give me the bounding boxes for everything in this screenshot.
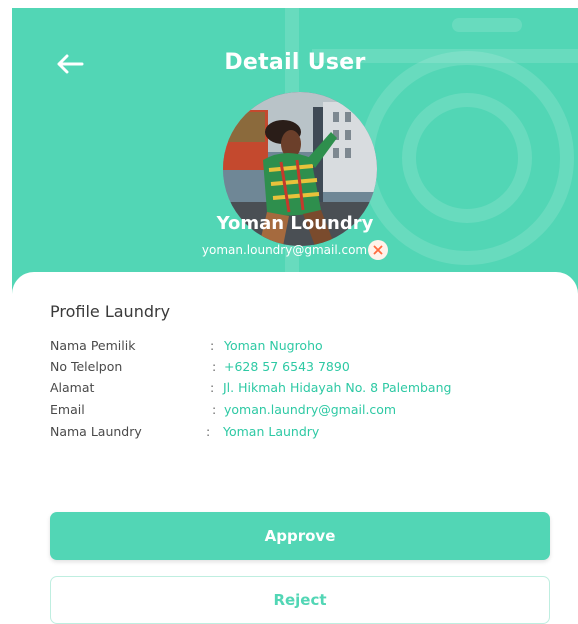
info-value: +628 57 6543 7890 [224,359,350,374]
info-colon: : [210,338,215,353]
info-label: Nama Laundry [50,424,142,439]
clear-button[interactable] [368,240,389,260]
header: Detail User Yoman Loundry yoman.loundry@… [12,8,578,308]
user-email: yoman.loundry@gmail.com [201,243,368,257]
info-value: yoman.laundry@gmail.com [224,402,397,417]
info-label: No Telelpon [50,359,123,374]
user-name: Yoman Loundry [216,213,374,234]
close-icon [373,245,383,255]
info-label: Alamat [50,380,95,395]
info-value: Yoman Laundry [223,424,320,439]
info-colon: : [212,359,217,374]
info-label: Nama Pemilik [50,338,136,353]
info-value: Yoman Nugroho [224,338,323,353]
info-colon: : [212,402,217,417]
info-colon: : [210,380,215,395]
info-label: Email [50,402,85,417]
page-title: Detail User [224,50,366,75]
user-email-row: yoman.loundry@gmail.com [12,240,578,260]
approve-button[interactable]: Approve [50,512,550,560]
info-colon: : [206,424,211,439]
reject-button[interactable]: Reject [50,576,550,624]
section-title: Profile Laundry [50,302,171,321]
profile-card: Profile Laundry Nama Pemilik : Yoman Nug… [12,272,578,620]
info-value: Jl. Hikmah Hidayah No. 8 Palembang [223,380,452,395]
